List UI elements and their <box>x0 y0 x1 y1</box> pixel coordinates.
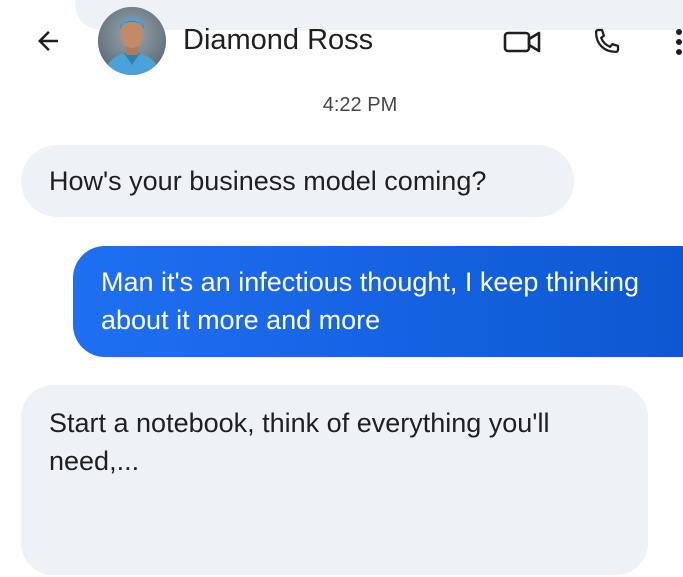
message-timestamp: 4:22 PM <box>322 94 398 116</box>
message-text: How's your business model coming? <box>49 166 487 196</box>
incoming-message-bubble[interactable]: How's your business model coming? <box>21 145 574 217</box>
avatar[interactable] <box>98 7 166 75</box>
message-text: Start a notebook, think of everything yo… <box>49 408 550 476</box>
outgoing-message-bubble[interactable]: Man it's an infectious thought, I keep t… <box>73 246 683 357</box>
contact-name[interactable]: Diamond Ross <box>183 22 373 58</box>
phone-call-button[interactable] <box>586 23 626 61</box>
more-vert-icon <box>676 29 682 55</box>
incoming-message-bubble[interactable]: Start a notebook, think of everything yo… <box>21 385 648 575</box>
back-button[interactable] <box>28 23 68 59</box>
video-call-button[interactable] <box>498 25 546 59</box>
arrow-back-icon <box>38 31 58 51</box>
message-text: Man it's an infectious thought, I keep t… <box>101 267 639 335</box>
phone-icon <box>594 28 620 54</box>
more-options-button[interactable] <box>666 24 683 60</box>
conversation-header: Diamond Ross <box>0 0 683 82</box>
video-call-icon <box>503 31 541 53</box>
